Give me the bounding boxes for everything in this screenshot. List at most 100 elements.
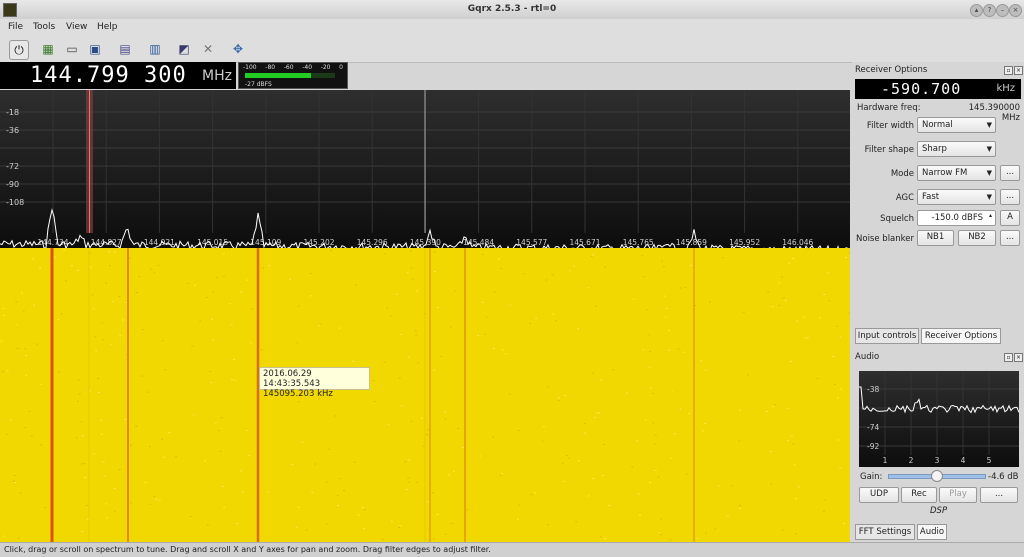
play-button[interactable]: Play <box>939 487 977 503</box>
spin-arrows-icon[interactable]: ▴ <box>989 212 992 219</box>
window-help-icon[interactable]: ? <box>983 4 996 17</box>
display-icon[interactable]: ▥ <box>146 40 164 58</box>
waterfall-noise <box>329 250 332 252</box>
waterfall-noise <box>836 325 839 327</box>
waterfall-noise <box>13 481 16 483</box>
waterfall-noise <box>119 335 122 337</box>
agc-options-button[interactable]: ... <box>1000 189 1020 205</box>
dock-close-icon[interactable]: × <box>1014 66 1023 75</box>
waterfall-noise <box>420 417 423 419</box>
agc-select[interactable]: Fast ▼ <box>917 189 996 205</box>
filter-width-select[interactable]: Normal ▼ <box>917 117 996 133</box>
waterfall-canvas[interactable] <box>0 248 850 542</box>
waterfall-noise <box>648 366 651 368</box>
waterfall-noise <box>94 336 97 338</box>
waterfall-noise <box>444 533 447 535</box>
waterfall-noise <box>118 296 121 298</box>
nb2-button[interactable]: NB2 <box>958 230 996 246</box>
waterfall-noise <box>161 438 164 440</box>
close-icon[interactable]: × <box>1009 4 1022 17</box>
tools-icon[interactable]: ✕ <box>199 40 217 58</box>
frequency-digits[interactable]: 144.799 300 <box>30 63 187 88</box>
mode-options-button[interactable]: ... <box>1000 165 1020 181</box>
tab-audio[interactable]: Audio <box>917 524 947 540</box>
waterfall-noise <box>86 504 89 506</box>
waterfall-noise <box>773 404 776 406</box>
waterfall-display[interactable] <box>0 248 850 542</box>
waterfall-noise <box>833 383 836 385</box>
waterfall-noise <box>12 480 15 482</box>
minimize-icon[interactable]: – <box>996 4 1009 17</box>
nb1-button[interactable]: NB1 <box>917 230 954 246</box>
open-icon[interactable]: ▭ <box>63 40 81 58</box>
menu-view[interactable]: View <box>66 22 87 32</box>
waterfall-noise <box>236 523 239 525</box>
menu-help[interactable]: Help <box>97 22 118 32</box>
remote-icon[interactable]: ◩ <box>175 40 193 58</box>
rec-button[interactable]: Rec <box>901 487 937 503</box>
waterfall-noise <box>83 463 86 465</box>
waterfall-noise <box>229 303 232 305</box>
mode-select[interactable]: Narrow FM ▼ <box>917 165 996 181</box>
receiver-offset-digits[interactable]: -590.700 <box>881 80 961 98</box>
audio-title: Audio <box>855 352 880 362</box>
waterfall-noise <box>305 529 308 531</box>
waterfall-noise <box>215 277 218 279</box>
waterfall-noise <box>738 440 741 442</box>
waterfall-noise <box>583 432 586 434</box>
waterfall-noise <box>161 340 164 342</box>
waterfall-noise <box>81 530 84 532</box>
waterfall-noise <box>2 314 5 316</box>
receiver-offset-unit: kHz <box>996 83 1015 94</box>
waterfall-noise <box>70 265 73 267</box>
filter-shape-select[interactable]: Sharp ▼ <box>917 141 996 157</box>
menu-bar <box>0 19 1024 36</box>
menu-tools[interactable]: Tools <box>33 22 55 32</box>
waterfall-signal-trace <box>464 248 466 542</box>
waterfall-noise <box>642 349 645 351</box>
waterfall-noise <box>105 282 108 284</box>
waterfall-noise <box>788 262 791 264</box>
waterfall-noise <box>803 316 806 318</box>
waterfall-noise <box>288 278 291 280</box>
waterfall-noise <box>78 393 81 395</box>
spectrum-plot[interactable]: -18 -36 -72 -90 -108 144.734 144.827 144.921 145… <box>0 90 851 255</box>
fullscreen-icon[interactable]: ✥ <box>229 40 247 58</box>
power-icon[interactable]: ⏻ <box>9 40 29 60</box>
waterfall-noise <box>220 417 223 419</box>
spectrum-canvas[interactable]: -18-36-72-90-108144.734 144.827 144.921 145… <box>0 90 851 255</box>
receiver-offset-display[interactable]: -590.700 kHz <box>855 79 1021 99</box>
docs-icon[interactable]: ▤ <box>116 40 134 58</box>
tab-input-controls[interactable]: Input controls <box>855 328 919 344</box>
waterfall-noise <box>40 444 43 446</box>
waterfall-noise <box>696 538 699 540</box>
squelch-auto-button[interactable]: A <box>1000 210 1020 226</box>
waterfall-noise <box>387 424 390 426</box>
waterfall-noise <box>24 355 27 357</box>
waterfall-noise <box>296 342 299 344</box>
waterfall-noise <box>595 412 598 414</box>
waterfall-noise <box>660 518 663 520</box>
dock-float-icon[interactable]: ▫ <box>1004 66 1013 75</box>
waterfall-noise <box>517 518 520 520</box>
frequency-display[interactable]: 144.799 300 MHz <box>0 62 236 89</box>
menu-file[interactable]: File <box>8 22 23 32</box>
save-icon[interactable]: ▣ <box>86 40 104 58</box>
audio-fft-plot[interactable]: -38 -74 -92 1 2 3 4 5 <box>859 371 1020 467</box>
tab-fft-settings[interactable]: FFT Settings <box>855 524 915 540</box>
chevron-down-icon: ▼ <box>986 145 992 153</box>
tab-receiver-options[interactable]: Receiver Options <box>921 328 1001 344</box>
udp-button[interactable]: UDP <box>859 487 899 503</box>
device-icon[interactable]: ▦ <box>39 40 57 58</box>
waterfall-noise <box>501 349 504 351</box>
waterfall-noise <box>414 330 417 332</box>
window-menu-icon[interactable]: ▴ <box>970 4 983 17</box>
dock-close-icon[interactable]: × <box>1014 353 1023 362</box>
spectrum-y-tick: -36 <box>6 126 19 135</box>
squelch-spinbox[interactable]: -150.0 dBFS ▴ <box>917 210 996 226</box>
gain-slider-handle[interactable] <box>931 470 943 482</box>
nb-options-button[interactable]: ... <box>1000 230 1020 246</box>
dock-float-icon[interactable]: ▫ <box>1004 353 1013 362</box>
audio-options-button[interactable]: ... <box>980 487 1018 503</box>
waterfall-noise <box>92 308 95 310</box>
